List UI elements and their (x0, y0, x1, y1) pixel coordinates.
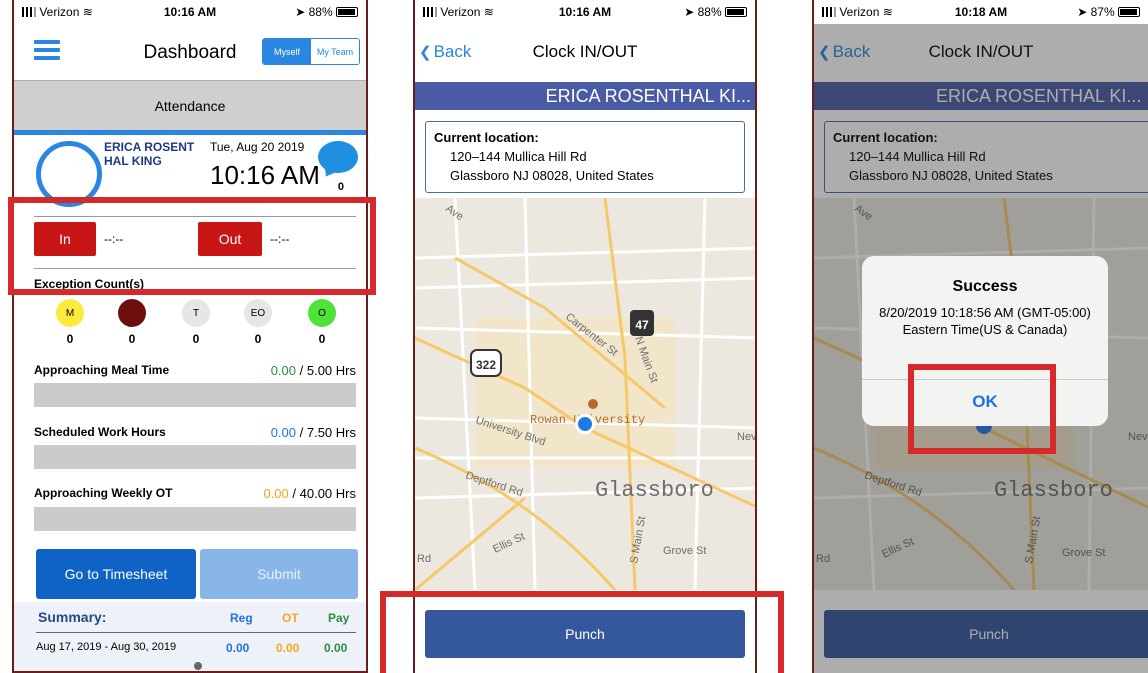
route-322-label: 322 (476, 358, 496, 372)
exception-t-count: 0 (192, 332, 200, 346)
clock-out-button[interactable]: Out (198, 222, 262, 256)
status-bar: Verizon ≋ 10:18 AM ➤ 87% (814, 0, 1148, 24)
meal-time-progress (34, 383, 356, 407)
work-hours-separator: / (296, 425, 307, 440)
work-hours-current: 0.00 (270, 425, 297, 440)
battery-icon (336, 7, 358, 17)
exception-a-count: 0 (128, 332, 136, 346)
exception-a-badge[interactable]: A (118, 299, 146, 327)
submit-button[interactable]: Submit (200, 549, 358, 599)
route-47-label: 47 (635, 318, 649, 332)
exception-o-count: 0 (318, 332, 326, 346)
work-hours-progress (34, 445, 356, 469)
dialog-divider (862, 379, 1108, 380)
dashboard-screen: Verizon ≋ 10:16 AM ➤ 88% Dashboard Mysel… (12, 0, 368, 673)
location-icon: ➤ (295, 5, 306, 19)
clock-success-screen: Verizon ≋ 10:18 AM ➤ 87% Back Clock IN/O… (812, 0, 1148, 673)
current-time: 10:16 AM (210, 160, 320, 190)
employee-name-bar: ERICA ROSENTHAL KI... (415, 82, 755, 110)
go-to-timesheet-button[interactable]: Go to Timesheet (36, 549, 196, 599)
exception-o-badge[interactable]: O (308, 299, 336, 327)
exception-m-badge[interactable]: M (56, 299, 84, 327)
punch-button[interactable]: Punch (425, 610, 745, 658)
battery-percent: 88% (697, 5, 722, 19)
summary-pay-header: Pay (328, 611, 350, 625)
work-hours-value: 0.00 / 7.50 Hrs (271, 425, 356, 440)
divider (34, 216, 356, 217)
battery-icon (725, 7, 747, 17)
chat-count: 0 (337, 181, 344, 193)
location-icon: ➤ (1077, 5, 1088, 19)
location-icon: ➤ (684, 5, 695, 19)
summary-divider (36, 632, 356, 633)
exception-m-count: 0 (66, 332, 74, 346)
weekly-ot-total: 40.00 Hrs (299, 486, 356, 501)
exception-eo-badge[interactable]: EO (244, 299, 272, 327)
user-name: ERICA ROSENT HAL KING (104, 140, 195, 168)
summary-date-range: Aug 17, 2019 - Aug 30, 2019 (36, 641, 177, 653)
page-indicator (194, 662, 202, 670)
out-time: --:-- (270, 232, 290, 246)
meal-time-current: 0.00 (270, 363, 297, 378)
exception-eo-count: 0 (254, 332, 262, 346)
weekly-ot-value: 0.00 / 40.00 Hrs (263, 486, 356, 501)
battery-icon (1118, 7, 1140, 17)
weekly-ot-current: 0.00 (263, 486, 289, 501)
myself-tab[interactable]: Myself (263, 39, 311, 64)
status-bar: Verizon ≋ 10:16 AM ➤ 88% (415, 0, 755, 24)
battery-percent: 87% (1090, 5, 1115, 19)
meal-time-value: 0.00 / 5.00 Hrs (271, 363, 356, 378)
work-hours-total: 7.50 Hrs (306, 425, 356, 440)
section-header: Attendance (14, 80, 366, 130)
my-team-tab[interactable]: My Team (311, 39, 359, 64)
map-view[interactable]: Ave Carpenter St N Main St University Bl… (415, 198, 755, 590)
exception-t-badge[interactable]: T (182, 299, 210, 327)
dialog-title: Success (952, 278, 1018, 295)
map-label-ave: Ave (443, 203, 465, 224)
weekly-ot-label: Approaching Weekly OT (34, 486, 173, 500)
dialog-message: 8/20/2019 10:18:56 AM (GMT-05:00) Easter… (879, 305, 1091, 337)
success-dialog: Success 8/20/2019 10:18:56 AM (GMT-05:00… (862, 256, 1108, 426)
current-location-icon (578, 417, 592, 431)
meal-time-label: Approaching Meal Time (34, 363, 170, 377)
map-canvas: Ave Carpenter St N Main St University Bl… (415, 198, 755, 590)
summary-pay-value: 0.00 (324, 641, 348, 655)
clock-screen: Verizon ≋ 10:16 AM ➤ 88% Back Clock IN/O… (413, 0, 757, 673)
section-divider (14, 130, 366, 135)
page-title: Clock IN/OUT (532, 42, 638, 61)
summary-ot-value: 0.00 (276, 641, 300, 655)
summary-title: Summary: (38, 609, 107, 625)
weekly-ot-progress (34, 507, 356, 531)
meal-time-separator: / (296, 363, 307, 378)
address-line-2: Glassboro NJ 08028, United States (450, 168, 654, 183)
in-time: --:-- (104, 232, 124, 246)
map-label-ellis: Ellis St (491, 531, 527, 556)
map-label-rd: Rd (417, 553, 431, 565)
meal-time-total: 5.00 Hrs (306, 363, 356, 378)
map-label-grove: Grove St (663, 545, 706, 557)
location-panel: Current location: 120–144 Mullica Hill R… (425, 121, 745, 193)
exception-title: Exception Count(s) (34, 277, 144, 291)
divider (34, 268, 356, 269)
location-title: Current location: (434, 130, 539, 145)
ok-button[interactable]: OK (862, 392, 1108, 412)
battery-percent: 88% (308, 5, 333, 19)
clock-in-button[interactable]: In (34, 222, 96, 256)
address-line-1: 120–144 Mullica Hill Rd (450, 149, 587, 164)
view-toggle: Myself My Team (262, 38, 360, 65)
status-bar: Verizon ≋ 10:16 AM ➤ 88% (14, 0, 366, 24)
avatar[interactable] (36, 141, 102, 207)
weekly-ot-separator: / (288, 486, 300, 501)
summary-reg-value: 0.00 (226, 641, 250, 655)
summary-reg-header: Reg (230, 611, 253, 625)
summary-ot-header: OT (282, 611, 299, 625)
map-label-glassboro: Glassboro (595, 478, 714, 503)
map-label-nev: Nev (737, 431, 755, 443)
chat-icon[interactable] (318, 141, 358, 173)
university-pin-icon (588, 399, 598, 409)
work-hours-label: Scheduled Work Hours (34, 425, 166, 439)
current-date: Tue, Aug 20 2019 (210, 140, 305, 154)
